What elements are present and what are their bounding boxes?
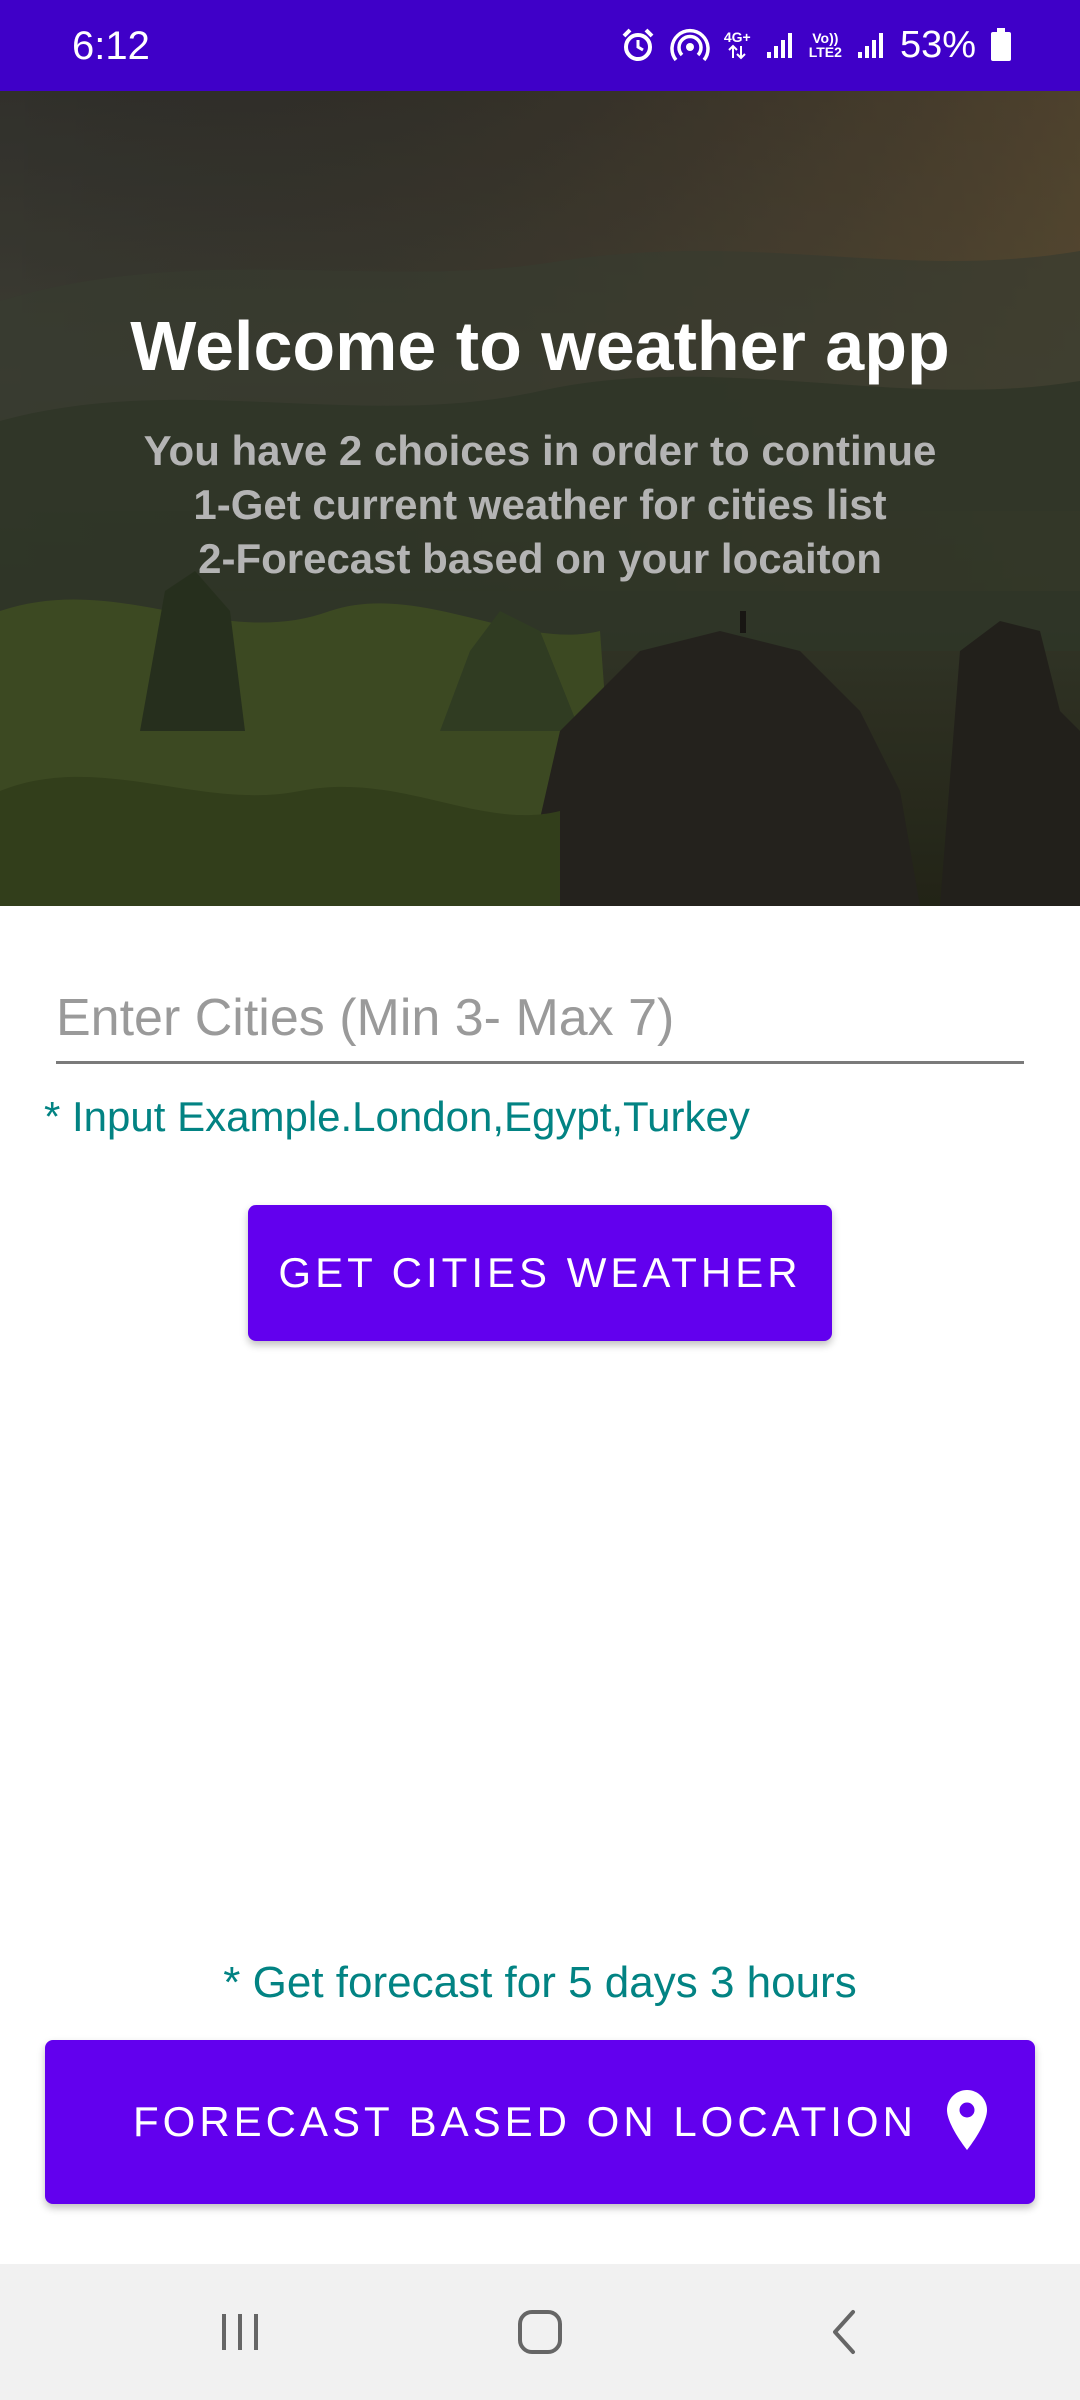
network-type-label: 4G+: [723, 29, 751, 45]
get-cities-weather-label: GET CITIES WEATHER: [278, 1249, 802, 1296]
forecast-location-label: FORECAST BASED ON LOCATION: [133, 2098, 917, 2145]
input-example-hint: * Input Example.London,Egypt,Turkey: [44, 1093, 750, 1140]
weather-app-screen: 6:12 4G+ Vo)) LTE2 53% Welcome to weathe…: [0, 0, 1080, 2400]
home-button[interactable]: [490, 2292, 590, 2372]
data-arrows-icon: [728, 44, 747, 60]
lte-label: LTE2: [808, 44, 842, 60]
system-navigation-bar: [0, 2264, 1080, 2400]
hero-banner: Welcome to weather app You have 2 choice…: [0, 91, 1080, 906]
location-pin-icon: [947, 2090, 987, 2150]
network-type-indicator: 4G+: [724, 30, 751, 60]
recent-apps-icon: [222, 2314, 258, 2350]
get-cities-weather-button[interactable]: GET CITIES WEATHER: [248, 1205, 832, 1341]
forecast-based-on-location-button[interactable]: FORECAST BASED ON LOCATION: [45, 2040, 1035, 2204]
alarm-icon: [622, 28, 654, 61]
cities-input[interactable]: [56, 975, 1024, 1064]
forecast-hint: * Get forecast for 5 days 3 hours: [223, 1958, 857, 2007]
choice-one-text: 1-Get current weather for cities list: [193, 481, 887, 528]
back-button[interactable]: [795, 2292, 895, 2372]
status-time: 6:12: [72, 24, 150, 68]
home-icon: [518, 2310, 562, 2354]
welcome-title: Welcome to weather app: [130, 307, 950, 385]
volte-label: Vo)): [812, 30, 839, 46]
status-bar: 6:12 4G+ Vo)) LTE2 53%: [0, 0, 1080, 91]
choice-two-text: 2-Forecast based on your locaiton: [198, 535, 882, 582]
choices-intro-text: You have 2 choices in order to continue: [143, 427, 937, 474]
signal-icon-sim1: [766, 33, 792, 58]
signal-icon-sim2: [857, 33, 883, 58]
recent-apps-button[interactable]: [190, 2292, 290, 2372]
status-icons: 4G+ Vo)) LTE2 53%: [620, 20, 1012, 70]
volte-indicator: Vo)) LTE2: [809, 31, 842, 59]
hotspot-icon: [670, 29, 710, 62]
back-icon: [833, 2310, 855, 2354]
battery-icon: [991, 28, 1011, 61]
battery-percentage: 53%: [899, 24, 976, 66]
